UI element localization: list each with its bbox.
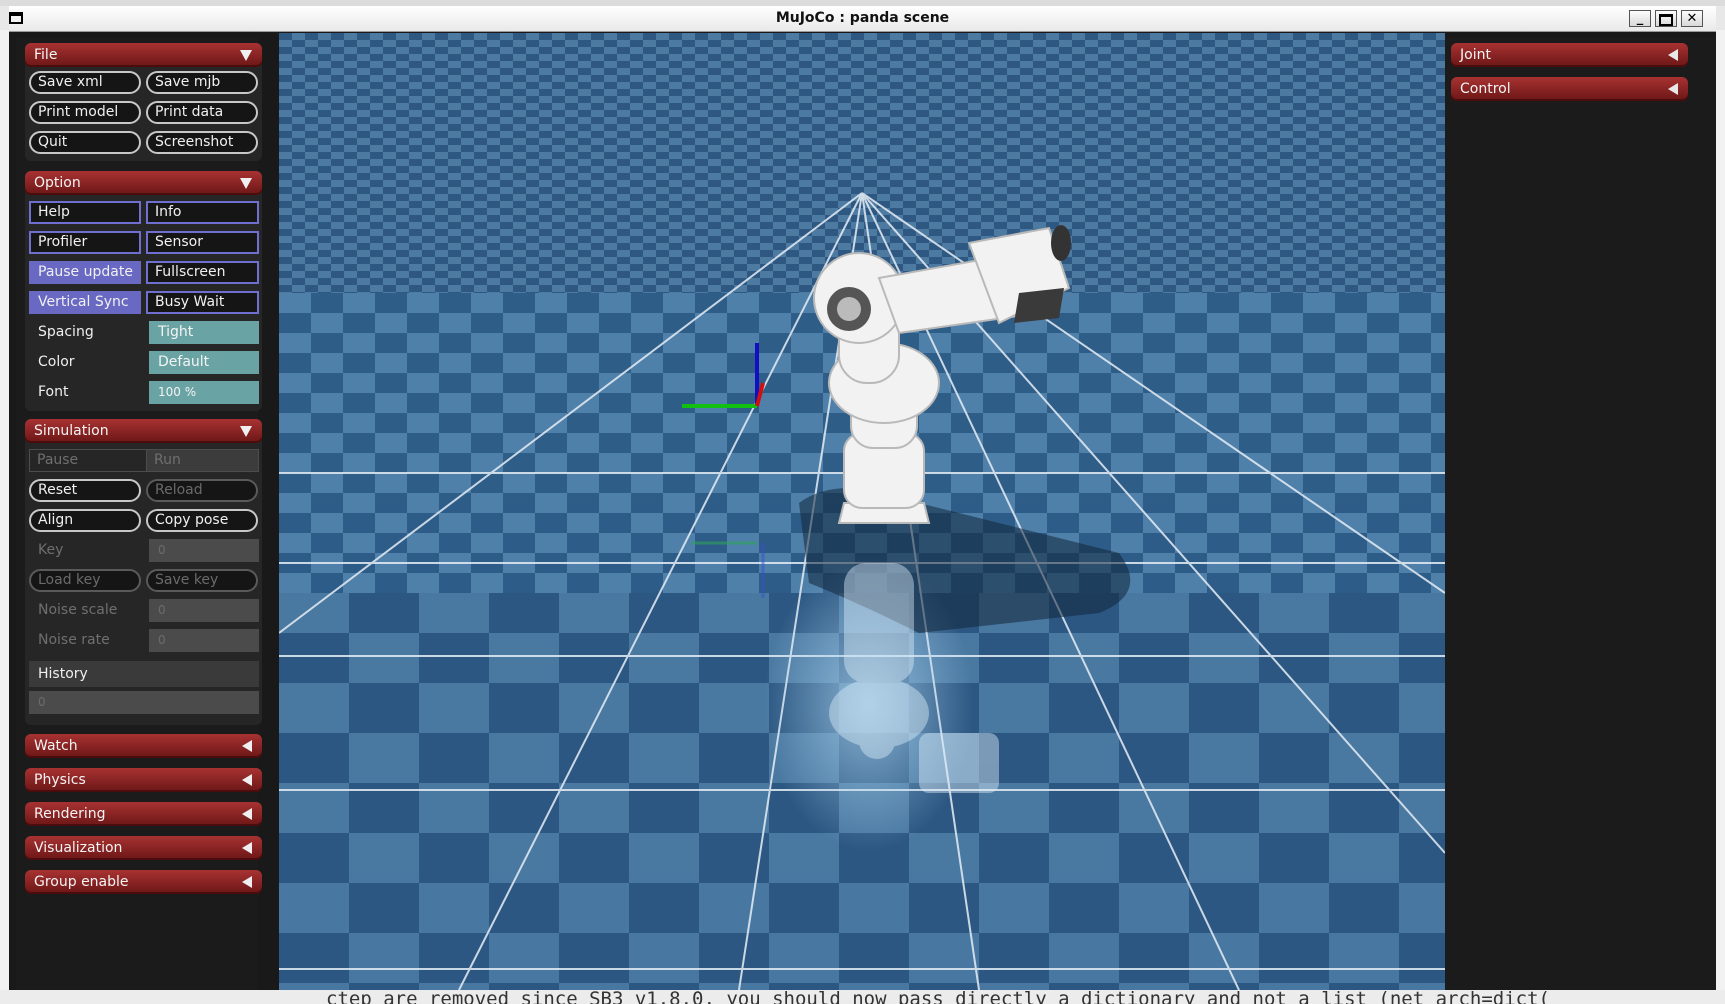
group-enable-section-title: Group enable <box>34 874 129 890</box>
physics-section-title: Physics <box>34 772 86 788</box>
simulation-section: Simulation Pause Run Reset Reload Align … <box>25 419 262 725</box>
pause-update-toggle[interactable]: Pause update <box>29 261 141 284</box>
joint-section-header[interactable]: Joint <box>1451 43 1688 67</box>
print-data-button[interactable]: Print data <box>146 101 258 124</box>
reload-button[interactable]: Reload <box>146 479 258 502</box>
expand-triangle-icon <box>242 808 252 820</box>
control-section: Control <box>1451 77 1688 101</box>
minimize-button[interactable]: _ <box>1629 10 1651 27</box>
collapse-triangle-icon <box>240 178 252 189</box>
profiler-toggle[interactable]: Profiler <box>29 231 141 254</box>
simulation-section-title: Simulation <box>34 423 109 439</box>
expand-triangle-icon <box>1668 49 1678 61</box>
visualization-section-header[interactable]: Visualization <box>25 836 262 860</box>
group-enable-section-header[interactable]: Group enable <box>25 870 262 894</box>
physics-section: Physics <box>25 768 262 792</box>
visualization-section-title: Visualization <box>34 840 123 856</box>
font-select[interactable]: 100 % <box>149 381 259 404</box>
control-section-title: Control <box>1460 81 1511 97</box>
noise-rate-field[interactable]: 0 <box>149 629 259 652</box>
run-button[interactable]: Run <box>146 449 259 472</box>
save-key-button[interactable]: Save key <box>146 569 258 592</box>
expand-triangle-icon <box>1668 83 1678 95</box>
maximize-icon <box>1659 14 1673 26</box>
noise-scale-field[interactable]: 0 <box>149 599 259 622</box>
option-section-title: Option <box>34 175 81 191</box>
watch-section: Watch <box>25 734 262 758</box>
expand-triangle-icon <box>242 740 252 752</box>
terminal-text: ctep are removed since SB3 v1.8.0, you s… <box>326 990 1550 1004</box>
info-toggle[interactable]: Info <box>146 201 259 224</box>
quit-button[interactable]: Quit <box>29 131 141 154</box>
window-title: MuJoCo : panda scene <box>775 10 950 26</box>
title-bar[interactable]: MuJoCo : panda scene _ ✕ <box>9 6 1716 32</box>
help-toggle[interactable]: Help <box>29 201 141 224</box>
maximize-button[interactable] <box>1655 10 1677 27</box>
watch-section-title: Watch <box>34 738 78 754</box>
noise-scale-label: Noise scale <box>38 602 118 618</box>
option-section-header[interactable]: Option <box>25 171 262 195</box>
history-slider[interactable]: 0 <box>29 691 259 714</box>
background-terminal-left <box>0 30 9 990</box>
busy-wait-toggle[interactable]: Busy Wait <box>146 291 259 314</box>
3d-viewport[interactable] <box>279 33 1445 990</box>
scene-render <box>279 33 1445 990</box>
physics-section-header[interactable]: Physics <box>25 768 262 792</box>
option-section: Option Help Info Profiler Sensor Pause u… <box>25 171 262 411</box>
rendering-section: Rendering <box>25 802 262 826</box>
collapse-triangle-icon <box>240 50 252 61</box>
color-select[interactable]: Default <box>149 351 259 374</box>
visualization-section: Visualization <box>25 836 262 860</box>
file-section: File Save xml Save mjb Print model Print… <box>25 43 262 161</box>
save-xml-button[interactable]: Save xml <box>29 71 141 94</box>
joint-section: Joint <box>1451 43 1688 67</box>
right-ui-panel: Joint Control <box>1445 37 1716 990</box>
rendering-section-title: Rendering <box>34 806 106 822</box>
print-model-button[interactable]: Print model <box>29 101 141 124</box>
simulation-section-header[interactable]: Simulation <box>25 419 262 443</box>
spacing-label: Spacing <box>38 324 94 340</box>
expand-triangle-icon <box>242 876 252 888</box>
load-key-button[interactable]: Load key <box>29 569 141 592</box>
background-terminal-right <box>1716 30 1725 990</box>
spacing-select[interactable]: Tight <box>149 321 259 344</box>
vertical-sync-toggle[interactable]: Vertical Sync <box>29 291 141 314</box>
key-label: Key <box>38 542 64 558</box>
rendering-section-header[interactable]: Rendering <box>25 802 262 826</box>
font-label: Font <box>38 384 69 400</box>
fullscreen-toggle[interactable]: Fullscreen <box>146 261 259 284</box>
expand-triangle-icon <box>242 842 252 854</box>
file-section-title: File <box>34 47 58 63</box>
key-slider[interactable]: 0 <box>149 539 259 562</box>
close-button[interactable]: ✕ <box>1681 10 1703 27</box>
left-ui-panel: File Save xml Save mjb Print model Print… <box>16 37 262 990</box>
align-button[interactable]: Align <box>29 509 141 532</box>
sensor-toggle[interactable]: Sensor <box>146 231 259 254</box>
background-terminal-bottom: ctep are removed since SB3 v1.8.0, you s… <box>0 990 1725 1004</box>
copy-pose-button[interactable]: Copy pose <box>146 509 258 532</box>
reset-button[interactable]: Reset <box>29 479 141 502</box>
save-mjb-button[interactable]: Save mjb <box>146 71 258 94</box>
expand-triangle-icon <box>242 774 252 786</box>
file-section-header[interactable]: File <box>25 43 262 67</box>
screenshot-button[interactable]: Screenshot <box>146 131 258 154</box>
noise-rate-label: Noise rate <box>38 632 110 648</box>
group-enable-section: Group enable <box>25 870 262 894</box>
mujoco-window: MuJoCo : panda scene _ ✕ File Save xml S… <box>9 6 1716 990</box>
watch-section-header[interactable]: Watch <box>25 734 262 758</box>
collapse-triangle-icon <box>240 426 252 437</box>
control-section-header[interactable]: Control <box>1451 77 1688 101</box>
color-label: Color <box>38 354 75 370</box>
pause-button[interactable]: Pause <box>29 449 147 472</box>
history-label: History <box>29 661 259 687</box>
joint-section-title: Joint <box>1460 47 1491 63</box>
